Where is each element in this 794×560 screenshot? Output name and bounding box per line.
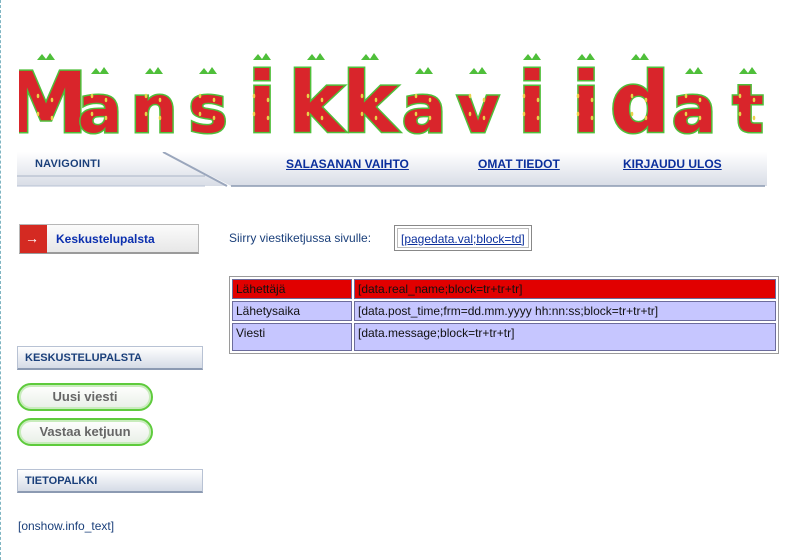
logo-letter: k [341, 53, 402, 145]
message-label: Viesti [232, 323, 352, 351]
navigation-bar: NAVIGOINTI SALASANAN VAIHTO OMAT TIEDOT … [17, 152, 767, 188]
logo-letter: a [670, 67, 718, 144]
svg-text:v: v [456, 71, 499, 144]
section-title-info: TIETOPALKKI [17, 469, 203, 493]
logo-letter: k [287, 53, 348, 145]
nav-link-my-info[interactable]: OMAT TIEDOT [478, 157, 560, 171]
page-navigation-box: [pagedata.val;block=td] [394, 225, 532, 251]
svg-text:a: a [402, 71, 447, 144]
svg-text:k: k [342, 54, 400, 144]
sender-label: Lähettäjä [232, 279, 352, 299]
nav-link-logout[interactable]: KIRJAUDU ULOS [623, 157, 722, 171]
logo-letter: v [455, 67, 501, 144]
logo-letter: i [246, 53, 278, 145]
message-value: [data.message;block=tr+tr+tr] [354, 323, 776, 351]
svg-text:t: t [732, 71, 764, 144]
forum-button-label: Keskustelupalsta [56, 232, 155, 246]
page-link[interactable]: [pagedata.val;block=td] [401, 232, 525, 246]
svg-text:s: s [188, 71, 227, 144]
message-table: Lähettäjä [data.real_name;block=tr+tr+tr… [229, 276, 779, 354]
table-row-send-time: Lähetysaika [data.post_time;frm=dd.mm.yy… [232, 301, 776, 321]
sender-value: [data.real_name;block=tr+tr+tr] [354, 279, 776, 299]
logo-letter: s [187, 67, 229, 144]
table-row-sender: Lähettäjä [data.real_name;block=tr+tr+tr… [232, 279, 776, 299]
nav-link-change-password[interactable]: SALASANAN VAIHTO [286, 157, 409, 171]
send-time-value: [data.post_time;frm=dd.mm.yyyy hh:nn:ss;… [354, 301, 776, 321]
logo-letter: i [570, 53, 602, 145]
section-title-forum: KESKUSTELUPALSTA [17, 346, 203, 370]
logo-letter: i [516, 53, 548, 145]
svg-text:a: a [78, 71, 123, 144]
svg-text:d: d [610, 54, 670, 144]
svg-text:i: i [572, 54, 601, 144]
arrow-right-icon: → [20, 225, 47, 253]
svg-text:n: n [131, 71, 178, 144]
svg-text:k: k [288, 54, 346, 144]
logo-letter: d [608, 53, 671, 145]
logo-letter: n [129, 67, 179, 144]
nav-title: NAVIGOINTI [35, 158, 101, 170]
info-text: [onshow.info_text] [18, 519, 115, 533]
logo-letter: a [76, 67, 124, 144]
svg-text:i: i [248, 54, 277, 144]
svg-text:a: a [672, 71, 717, 144]
new-message-button[interactable]: Uusi viesti [17, 383, 153, 411]
site-logo: Ma n s i kk a v i i d a t [19, 53, 765, 145]
reply-to-thread-button[interactable]: Vastaa ketjuun [17, 418, 153, 446]
forum-button[interactable]: → Keskustelupalsta [19, 224, 199, 254]
logo-letter: a [400, 67, 448, 144]
logo-letter: t [731, 67, 765, 144]
svg-text:i: i [518, 54, 547, 144]
page-navigation-label: Siirry viestiketjussa sivulle: [229, 231, 372, 245]
send-time-label: Lähetysaika [232, 301, 352, 321]
table-row-message: Viesti [data.message;block=tr+tr+tr] [232, 323, 776, 351]
